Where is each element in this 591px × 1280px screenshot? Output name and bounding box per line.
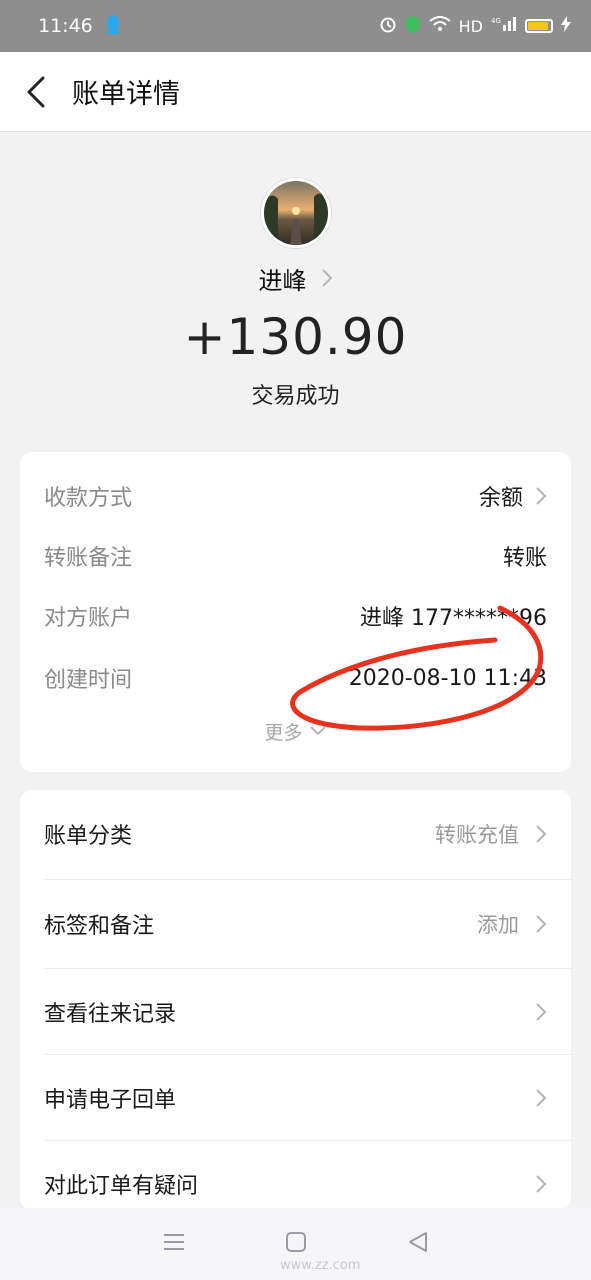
- detail-value: 转账: [502, 546, 547, 571]
- shield-icon: [405, 15, 421, 38]
- divider: [44, 1054, 571, 1055]
- detail-row-created-time: 创建时间 2020-08-10 11:43: [44, 658, 547, 698]
- actions-card: 账单分类 转账充值 标签和备注 添加 查看往来记录 申请电子回单 对此订单有疑问: [20, 790, 571, 1210]
- action-value: 添加: [477, 913, 519, 937]
- action-label: 账单分类: [44, 824, 133, 849]
- action-label: 对此订单有疑问: [44, 1174, 199, 1199]
- svg-text:4G: 4G: [491, 17, 501, 25]
- action-row-history[interactable]: 查看往来记录: [44, 990, 547, 1034]
- detail-label: 转账备注: [44, 546, 133, 571]
- wifi-icon: [429, 16, 451, 36]
- chevron-right-icon: [536, 1175, 547, 1193]
- chevron-right-icon: [536, 915, 547, 933]
- back-triangle-icon[interactable]: [407, 1231, 429, 1257]
- menu-icon[interactable]: [163, 1232, 185, 1256]
- action-row-e-receipt[interactable]: 申请电子回单: [44, 1076, 547, 1120]
- transaction-status: 交易成功: [251, 384, 340, 409]
- chevron-right-icon: [536, 1089, 547, 1107]
- detail-label: 收款方式: [44, 486, 133, 511]
- network-type: HD: [458, 16, 483, 36]
- back-arrow-icon: [27, 76, 45, 107]
- chevron-right-icon: [536, 825, 547, 843]
- detail-value: 2020-08-10 11:43: [348, 665, 547, 691]
- detail-value: 进峰 177******96: [360, 606, 547, 631]
- signal-icon: 4G: [491, 15, 517, 37]
- divider: [44, 968, 571, 969]
- transaction-amount: +130.90: [183, 308, 408, 366]
- chevron-down-icon: [309, 726, 326, 736]
- watermark: www.zz.com: [280, 1258, 361, 1273]
- back-button[interactable]: [0, 52, 72, 132]
- detail-row-payment-method[interactable]: 收款方式 余额: [44, 476, 547, 516]
- status-time: 11:46: [38, 15, 93, 37]
- more-label: 更多: [264, 721, 303, 744]
- page-title: 账单详情: [72, 79, 180, 110]
- action-row-dispute[interactable]: 对此订单有疑问: [44, 1162, 547, 1206]
- action-label: 标签和备注: [44, 914, 155, 939]
- chevron-right-icon: [321, 269, 332, 287]
- details-card: 收款方式 余额 转账备注 转账 对方账户 进峰 177******96 创建时间…: [20, 452, 571, 772]
- action-label: 申请电子回单: [44, 1088, 177, 1113]
- detail-label: 创建时间: [44, 668, 133, 693]
- avatar[interactable]: [261, 178, 331, 248]
- alarm-icon: [379, 15, 397, 37]
- detail-row-remark: 转账备注 转账: [44, 536, 547, 576]
- charging-icon: [561, 16, 571, 36]
- title-bar: 账单详情: [0, 52, 591, 132]
- detail-value: 余额: [478, 486, 523, 511]
- chevron-right-icon: [536, 1003, 547, 1021]
- qq-icon: [105, 14, 121, 39]
- chevron-right-icon: [536, 487, 547, 505]
- action-value: 转账充值: [435, 823, 519, 847]
- detail-row-account: 对方账户 进峰 177******96: [44, 596, 547, 636]
- battery-icon: [525, 19, 553, 33]
- payee-link[interactable]: 进峰: [0, 258, 591, 298]
- divider: [44, 879, 571, 880]
- payee-name: 进峰: [258, 266, 307, 295]
- action-label: 查看往来记录: [44, 1002, 177, 1027]
- detail-label: 对方账户: [44, 606, 133, 631]
- action-row-tags-notes[interactable]: 标签和备注 添加: [44, 902, 547, 946]
- divider: [44, 1140, 571, 1141]
- status-bar: 11:46 HD 4G: [0, 0, 591, 52]
- more-button[interactable]: 更多: [20, 716, 571, 746]
- action-row-category[interactable]: 账单分类 转账充值: [44, 812, 547, 856]
- home-icon[interactable]: [285, 1231, 307, 1257]
